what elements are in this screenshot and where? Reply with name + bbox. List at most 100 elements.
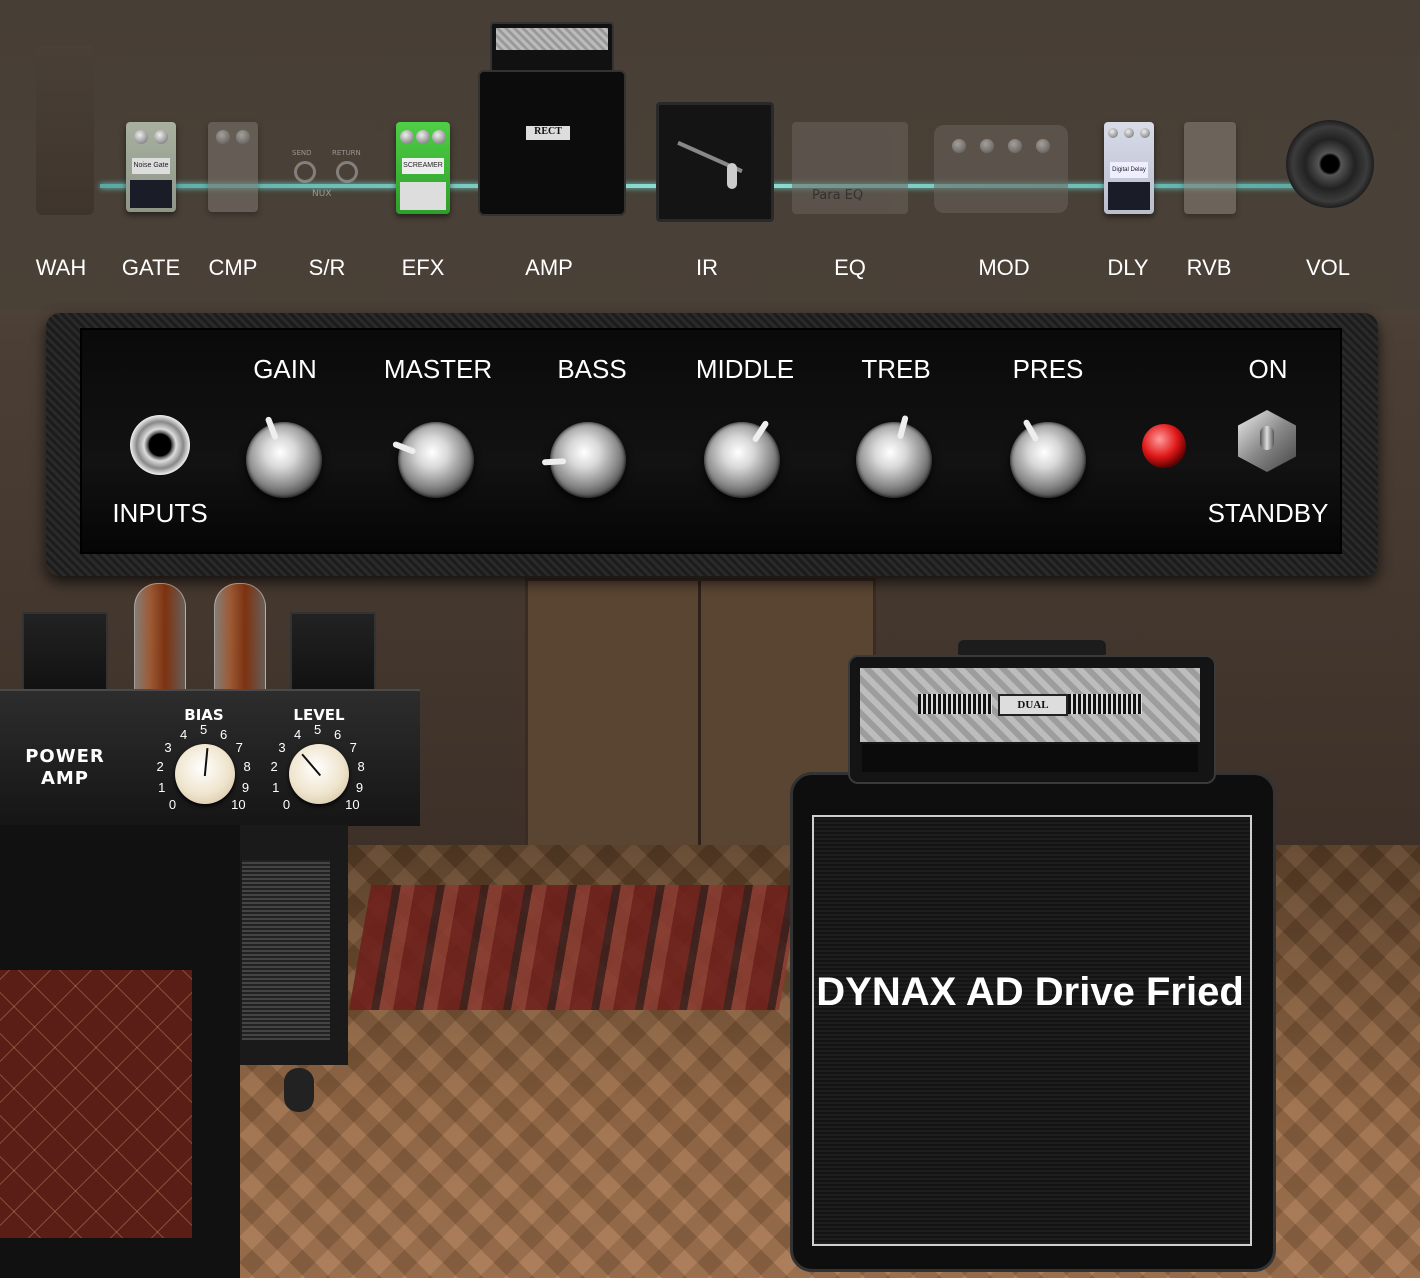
chain-label-efx: EFX — [401, 255, 445, 280]
efx-footswitch — [400, 182, 446, 210]
head-vent-right — [1068, 694, 1142, 714]
level-scale-4: 4 — [294, 726, 302, 742]
chain-label-gate: GATE — [121, 255, 181, 280]
amp-module[interactable]: RECT — [478, 22, 626, 216]
mod-knob-icon — [1036, 139, 1050, 153]
mini-amp-logo: RECT — [526, 126, 570, 140]
chain-label-wah: WAH — [35, 255, 87, 280]
level-scale-1: 1 — [272, 779, 280, 795]
inputs-label: INPUTS — [112, 498, 208, 528]
input-jack[interactable] — [130, 415, 190, 475]
efx-pedal[interactable]: SCREAMER — [396, 122, 450, 214]
bias-scale-1: 1 — [158, 779, 166, 795]
efx-knob-icon — [400, 130, 414, 144]
level-scale-10: 10 — [345, 797, 360, 813]
eq-module[interactable]: Para EQ — [792, 122, 908, 214]
level-dial: 0 1 2 3 4 5 6 7 8 9 10 — [264, 722, 374, 822]
master-knob[interactable] — [391, 422, 474, 498]
bias-knob[interactable] — [175, 744, 235, 804]
cmp-knob-icon — [236, 130, 250, 144]
dly-knob-icon — [1124, 128, 1134, 138]
treb-knob[interactable] — [856, 414, 932, 498]
bias-scale-6: 6 — [219, 726, 228, 742]
bias-scale-7: 7 — [235, 740, 243, 756]
vol-speaker[interactable] — [1286, 120, 1374, 208]
on-label: ON — [1248, 354, 1288, 384]
bias-scale-5: 5 — [200, 722, 208, 737]
bias-dial: 0 1 2 3 4 5 6 7 8 9 10 — [150, 722, 260, 822]
main-amp-head-controls — [862, 744, 1198, 772]
head-vent-left — [918, 694, 992, 714]
cabinet-name: DYNAX AD Drive Fried — [816, 970, 1244, 1014]
wah-module[interactable] — [36, 45, 94, 215]
bias-scale-10: 10 — [231, 797, 246, 813]
mod-module[interactable] — [934, 125, 1068, 213]
power-amp-title-line2: AMP — [40, 768, 90, 789]
ir-module[interactable] — [656, 102, 774, 222]
toggle-lever-icon — [1260, 426, 1274, 450]
chain-label-ir: IR — [696, 255, 718, 280]
send-jack-icon — [294, 161, 316, 183]
mini-amp-cabinet: RECT — [478, 70, 626, 216]
middle-cabinet-grille — [242, 860, 330, 1040]
gate-pedal-label: Noise Gate — [132, 158, 170, 174]
efx-knob-icon — [432, 130, 446, 144]
rvb-pedal[interactable] — [1184, 122, 1236, 214]
cmp-pedal[interactable] — [208, 122, 258, 212]
dly-pedal[interactable]: Digital Delay — [1104, 122, 1154, 214]
dly-pedal-label: Digital Delay — [1110, 162, 1148, 178]
power-tube-2 — [214, 583, 266, 695]
sr-brand-label: NUX — [312, 189, 332, 199]
gate-pedal[interactable]: Noise Gate — [126, 122, 176, 212]
knob-label-bass: BASS — [557, 354, 627, 384]
chain-label-dly: DLY — [1107, 255, 1149, 280]
bass-knob-pointer — [541, 458, 567, 466]
sr-module[interactable]: SEND RETURN NUX — [288, 145, 368, 205]
power-tube-1 — [134, 583, 186, 695]
gain-knob[interactable] — [246, 415, 322, 498]
middle-knob[interactable] — [704, 419, 780, 498]
pres-knob[interactable] — [1010, 418, 1086, 498]
knob-label-treb: TREB — [861, 354, 931, 384]
level-scale-6: 6 — [333, 726, 342, 742]
power-amp-title: POWER AMP — [8, 746, 122, 790]
sr-send-label: SEND — [292, 149, 312, 157]
mini-amp-head-plate — [496, 28, 608, 50]
bias-scale-9: 9 — [241, 779, 250, 795]
level-scale-5: 5 — [314, 722, 322, 737]
level-scale-2: 2 — [270, 759, 278, 775]
mod-knob-icon — [1008, 139, 1022, 153]
dly-knob-icon — [1108, 128, 1118, 138]
bias-scale-2: 2 — [156, 759, 164, 775]
bass-knob[interactable] — [541, 422, 626, 498]
chain-label-rvb: RVB — [1186, 255, 1232, 280]
knob-label-gain: GAIN — [253, 354, 317, 384]
bias-scale-3: 3 — [164, 740, 172, 756]
knob-label-pres: PRES — [1012, 354, 1084, 384]
level-scale-0: 0 — [282, 797, 291, 813]
bias-scale-0: 0 — [168, 797, 177, 813]
rug — [348, 885, 802, 1010]
bias-scale-4: 4 — [180, 726, 188, 742]
sr-return-label: RETURN — [332, 149, 361, 157]
level-scale-7: 7 — [349, 740, 357, 756]
power-amp-title-line1: POWER — [25, 746, 105, 767]
transformer-left — [22, 612, 108, 694]
mod-knob-icon — [952, 139, 966, 153]
gate-footswitch — [130, 180, 172, 208]
power-led — [1142, 424, 1186, 468]
mini-amp-head — [490, 22, 614, 74]
return-jack-icon — [336, 161, 358, 183]
knob-label-master: MASTER — [383, 354, 493, 384]
level-scale-3: 3 — [278, 740, 286, 756]
level-knob-pointer — [301, 753, 322, 777]
transformer-right — [290, 612, 376, 694]
main-cabinet-grille — [812, 815, 1252, 1246]
standby-label: STANDBY — [1207, 498, 1329, 528]
level-knob[interactable] — [289, 744, 349, 804]
efx-knob-icon — [416, 130, 430, 144]
chain-label-eq: EQ — [834, 255, 866, 280]
cmp-knob-icon — [216, 130, 230, 144]
chain-label-mod: MOD — [978, 255, 1030, 280]
mic-icon — [727, 163, 737, 189]
